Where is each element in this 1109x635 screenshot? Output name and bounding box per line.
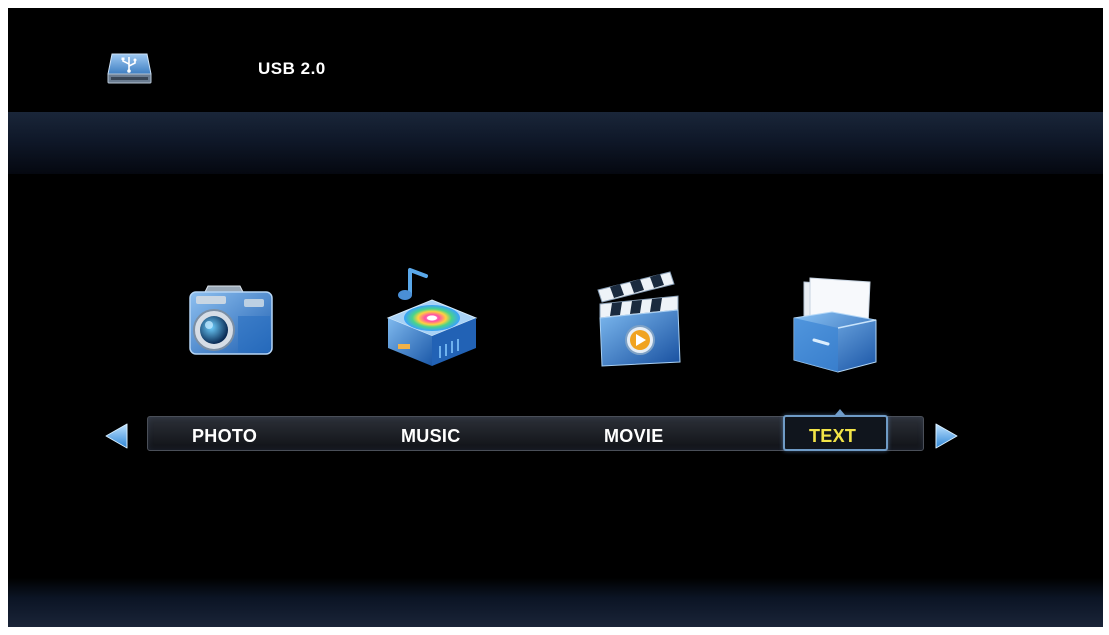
menu-item-text[interactable]: TEXT xyxy=(809,426,856,447)
menu-item-music[interactable]: MUSIC xyxy=(401,426,461,447)
header-band xyxy=(8,112,1103,174)
movie-tile[interactable] xyxy=(588,266,688,376)
menu-item-photo[interactable]: PHOTO xyxy=(192,426,257,447)
footer-band xyxy=(8,578,1103,627)
camera-icon xyxy=(189,285,273,355)
media-player-screen: USB 2.0 PHOTO MUSIC MOVIE TEXT xyxy=(8,8,1103,627)
folder-document-icon xyxy=(793,277,877,373)
device-label: USB 2.0 xyxy=(258,59,326,78)
music-disc-icon xyxy=(386,268,478,366)
music-tile[interactable] xyxy=(380,266,480,376)
arrow-right-icon[interactable] xyxy=(934,422,960,450)
arrow-left-icon[interactable] xyxy=(103,422,129,450)
text-tile[interactable] xyxy=(784,266,884,376)
clapperboard-icon xyxy=(597,271,681,367)
usb-drive-icon xyxy=(106,52,153,86)
menu-item-movie[interactable]: MOVIE xyxy=(604,426,664,447)
photo-tile[interactable] xyxy=(178,266,278,376)
